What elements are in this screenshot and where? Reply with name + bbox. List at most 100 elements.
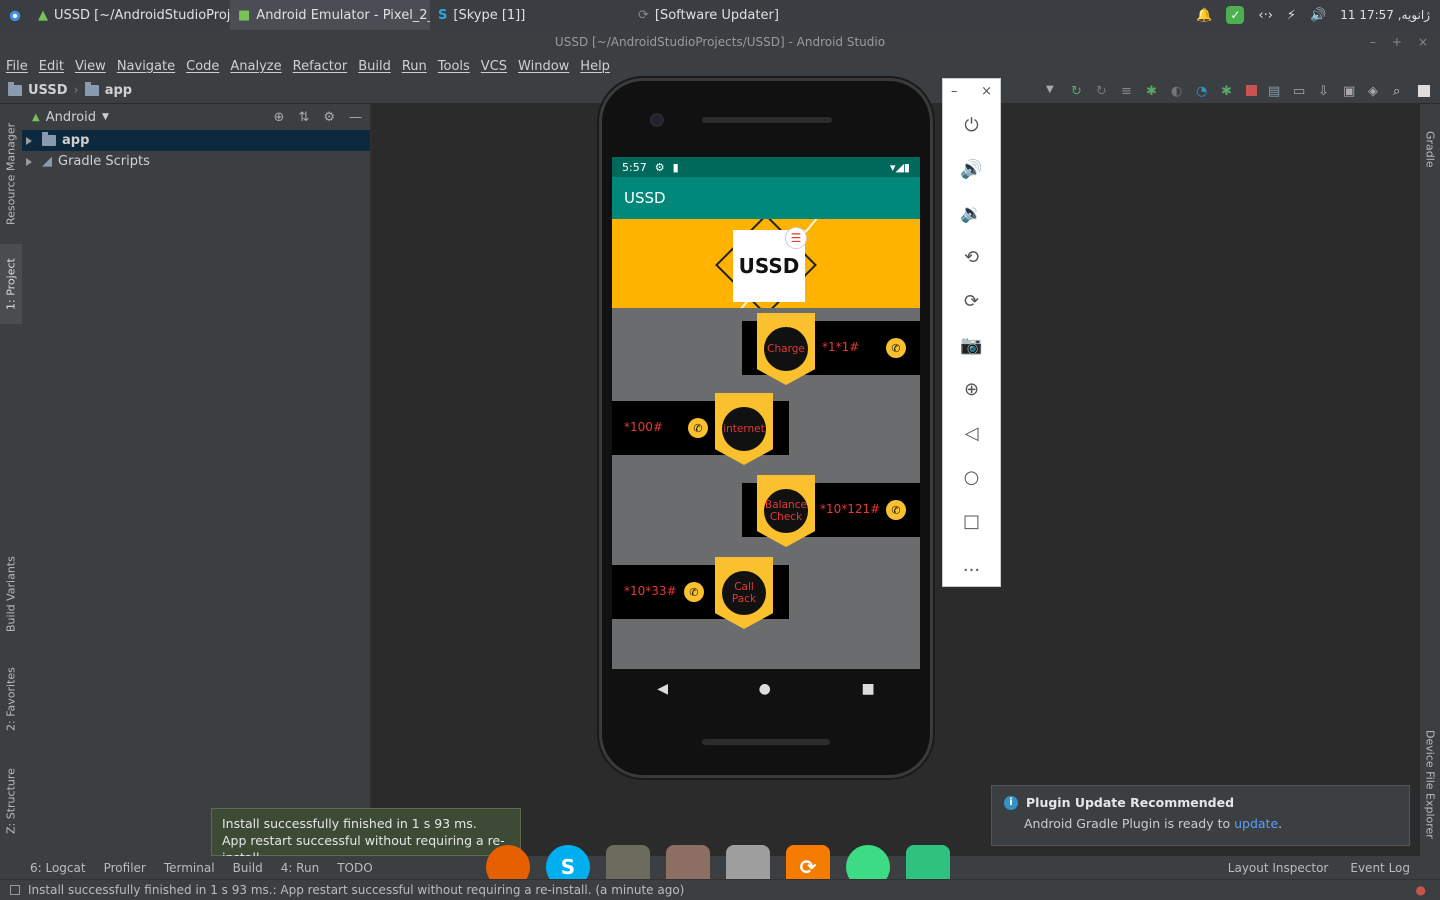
task-emulator[interactable]: ■ Android Emulator - Pixel_2_A...: [230, 0, 430, 30]
task-skype[interactable]: S [Skype [1]]: [430, 0, 630, 30]
app-menu-icon[interactable]: [0, 0, 30, 30]
tab-logcat[interactable]: 6: Logcat: [30, 861, 86, 875]
tab-event-log[interactable]: Event Log: [1350, 861, 1410, 875]
tab-profiler[interactable]: Profiler: [104, 861, 146, 875]
stop-icon[interactable]: [1246, 85, 1257, 96]
home-button[interactable]: ○: [943, 455, 1000, 499]
status-bar-toggle-icon[interactable]: [10, 885, 20, 895]
menu-edit[interactable]: Edit: [39, 59, 64, 74]
minimize-icon[interactable]: –: [1370, 30, 1376, 55]
tab-gradle[interactable]: Gradle: [1420, 114, 1440, 184]
phone-call-icon[interactable]: ✆: [684, 582, 704, 602]
avd-manager-icon[interactable]: ▭: [1293, 84, 1307, 99]
tab-project[interactable]: 1: Project: [0, 244, 22, 324]
menu-run[interactable]: Run: [402, 59, 427, 74]
expand-arrow-icon[interactable]: [26, 136, 32, 145]
phone-call-icon[interactable]: ✆: [886, 500, 906, 520]
menu-vcs[interactable]: VCS: [481, 59, 507, 74]
menu-tools[interactable]: Tools: [438, 59, 470, 74]
maximize-icon[interactable]: +: [1392, 30, 1402, 55]
power-icon[interactable]: ⚡: [1287, 8, 1296, 23]
menu-code[interactable]: Code: [186, 59, 219, 74]
volume-icon[interactable]: 🔊: [1310, 8, 1326, 23]
phone-call-icon[interactable]: ✆: [688, 418, 708, 438]
rotate-left-button[interactable]: ⟲: [943, 235, 1000, 279]
more-button[interactable]: ...: [943, 543, 1000, 587]
attach-debugger-icon[interactable]: ✱: [1221, 84, 1235, 99]
ussd-row-call-pack[interactable]: *10*33# ✆ Call Pack: [612, 557, 789, 629]
network-icon[interactable]: ‹·›: [1258, 8, 1273, 23]
menu-navigate[interactable]: Navigate: [117, 59, 175, 74]
tree-item-app[interactable]: app: [22, 130, 370, 151]
tab-run[interactable]: 4: Run: [281, 861, 320, 875]
menu-window[interactable]: Window: [518, 59, 569, 74]
device-manager-icon[interactable]: ▣: [1343, 84, 1357, 99]
back-button[interactable]: ◁: [943, 411, 1000, 455]
debug-icon[interactable]: ✱: [1146, 84, 1160, 99]
user-icon[interactable]: [1418, 84, 1430, 97]
tab-resource-manager[interactable]: Resource Manager: [0, 114, 22, 234]
breadcrumb-project[interactable]: USSD: [28, 83, 68, 98]
expand-arrow-icon[interactable]: [26, 157, 32, 166]
task-android-studio[interactable]: ▲ USSD [~/AndroidStudioProje...: [30, 0, 230, 30]
list-icon[interactable]: ≡: [1121, 84, 1135, 99]
tab-layout-inspector[interactable]: Layout Inspector: [1228, 861, 1329, 875]
close-icon[interactable]: ×: [981, 84, 992, 99]
ussd-row-internet[interactable]: *100# ✆ internet: [612, 393, 789, 465]
tab-terminal[interactable]: Terminal: [164, 861, 215, 875]
update-link[interactable]: update: [1234, 816, 1278, 831]
profiler-icon[interactable]: ◔: [1196, 84, 1210, 99]
ussd-row-balance-check[interactable]: Balance Check *10*121# ✆: [742, 475, 920, 547]
layout-icon[interactable]: ◈: [1368, 84, 1382, 99]
status-message[interactable]: Install successfully finished in 1 s 93 …: [28, 883, 684, 897]
search-icon[interactable]: ⌕: [1393, 84, 1407, 99]
ussd-row-charge[interactable]: Charge *1*1# ✆: [742, 313, 920, 385]
tab-device-file-explorer[interactable]: Device File Explorer: [1420, 724, 1440, 844]
tab-todo[interactable]: TODO: [337, 861, 372, 875]
menu-build[interactable]: Build: [358, 59, 391, 74]
tree-item-gradle-scripts[interactable]: ◢ Gradle Scripts: [22, 151, 370, 172]
power-button[interactable]: ⏻: [943, 103, 1000, 147]
rotate-right-button[interactable]: ⟳: [943, 279, 1000, 323]
overview-button[interactable]: □: [943, 499, 1000, 543]
clock[interactable]: 11 ژانویه, 17:57: [1340, 8, 1430, 22]
sdk-manager-icon[interactable]: ⇩: [1318, 84, 1332, 99]
phone-call-icon[interactable]: ✆: [886, 338, 906, 358]
gear-icon[interactable]: ⚙: [323, 110, 335, 125]
list-icon[interactable]: ☰: [785, 227, 807, 249]
device-screen[interactable]: 5:57 ⚙ ▮ ▾◢▮ USSD USSD ☰ Charge *1*1# ✆ …: [612, 157, 920, 669]
volume-down-button[interactable]: 🔉: [943, 191, 1000, 235]
coverage-icon[interactable]: ◐: [1171, 84, 1185, 99]
tab-build[interactable]: Build: [233, 861, 263, 875]
sync-project-icon[interactable]: ▤: [1268, 84, 1282, 99]
breadcrumb-module[interactable]: app: [105, 83, 132, 98]
menu-view[interactable]: View: [75, 59, 106, 74]
collapse-icon[interactable]: ⇅: [298, 110, 309, 125]
menu-refactor[interactable]: Refactor: [293, 59, 348, 74]
chevron-down-icon[interactable]: ▼: [102, 112, 109, 122]
nav-recents-icon[interactable]: ■: [861, 681, 874, 697]
tab-build-variants[interactable]: Build Variants: [0, 544, 22, 644]
menu-file[interactable]: File: [6, 59, 28, 74]
screenshot-button[interactable]: 📷: [943, 323, 1000, 367]
hide-icon[interactable]: —: [349, 110, 362, 125]
tab-favorites[interactable]: 2: Favorites: [0, 659, 22, 739]
locate-icon[interactable]: ⊕: [274, 110, 285, 125]
volume-up-button[interactable]: 🔊: [943, 147, 1000, 191]
apply-changes-icon[interactable]: ↻: [1071, 84, 1085, 99]
dropdown-icon[interactable]: ▼: [1046, 84, 1060, 98]
menu-analyze[interactable]: Analyze: [230, 59, 281, 74]
task-software-updater[interactable]: ⟳ [Software Updater]: [630, 0, 830, 30]
bell-icon[interactable]: 🔔: [1196, 8, 1212, 23]
apply-code-changes-icon[interactable]: ↻: [1096, 84, 1110, 99]
nav-home-icon[interactable]: ●: [759, 681, 771, 697]
close-icon[interactable]: ×: [1418, 30, 1428, 55]
minimize-icon[interactable]: –: [951, 84, 958, 99]
update-check-icon[interactable]: ✓: [1226, 6, 1245, 24]
error-icon[interactable]: ●: [1416, 883, 1426, 897]
tab-structure[interactable]: Z: Structure: [0, 759, 22, 844]
menu-help[interactable]: Help: [580, 59, 610, 74]
zoom-button[interactable]: ⊕: [943, 367, 1000, 411]
nav-back-icon[interactable]: ◀: [657, 681, 668, 697]
view-mode-selector[interactable]: Android: [46, 110, 96, 125]
